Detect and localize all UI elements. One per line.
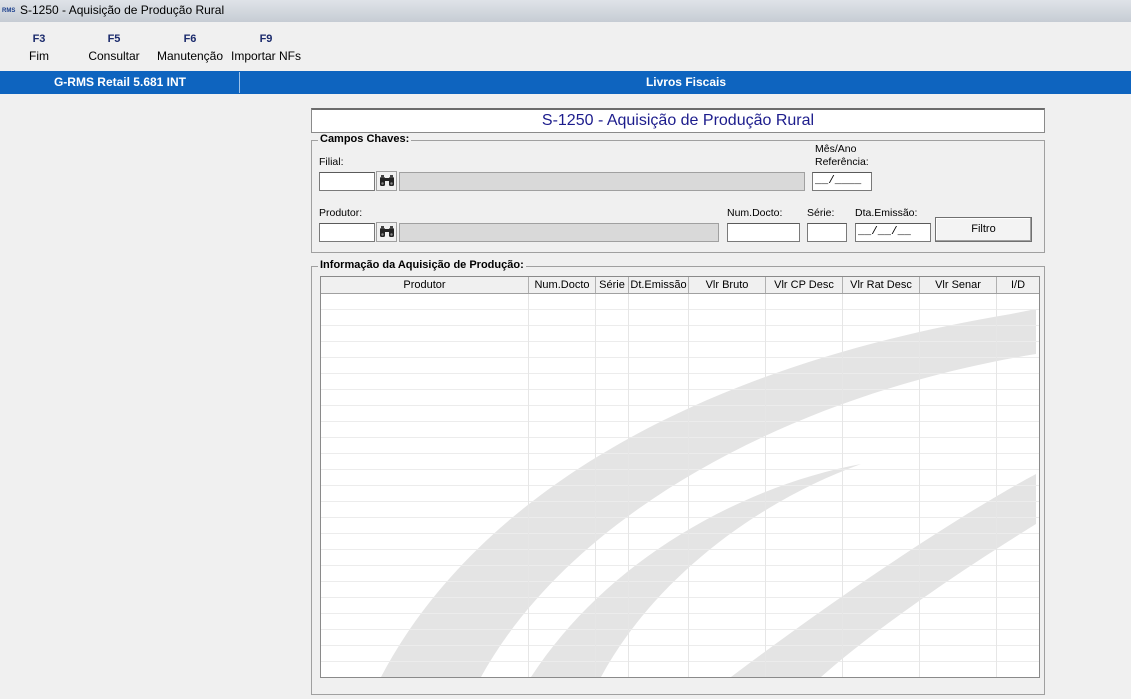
toolbar-consultar-button[interactable]: F5 Consultar [86, 32, 142, 64]
filtro-button[interactable]: Filtro [935, 217, 1032, 242]
referencia-label: Referência: [815, 156, 869, 168]
column-header-vlr-rat-desc[interactable]: Vlr Rat Desc [843, 277, 920, 293]
filial-input[interactable] [319, 172, 375, 191]
column-header-produtor[interactable]: Produtor [321, 277, 529, 293]
column-header-serie[interactable]: Série [596, 277, 629, 293]
binoculars-icon [379, 226, 394, 237]
module-name-label: Livros Fiscais [645, 75, 727, 89]
campos-chaves-legend: Campos Chaves: [318, 133, 412, 145]
produtor-input[interactable] [319, 223, 375, 242]
product-version-label: G-RMS Retail 5.681 INT [1, 72, 240, 93]
toolbar-importar-nfs-button[interactable]: F9 Importar NFs [229, 32, 303, 64]
module-bar: G-RMS Retail 5.681 INT Livros Fiscais [0, 71, 1131, 94]
function-key-label: F9 [259, 33, 273, 45]
toolbar-item-label: Fim [29, 49, 49, 63]
function-key-toolbar: F3 Fim F5 Consultar F6 Manutenção F9 Imp… [0, 22, 1131, 70]
filial-lookup-button[interactable] [376, 171, 397, 191]
informacao-legend: Informação da Aquisição de Produção: [318, 259, 526, 271]
column-header-dt-emissao[interactable]: Dt.Emissão [629, 277, 689, 293]
filial-label: Filial: [319, 156, 344, 168]
produtor-description-field [399, 223, 719, 242]
binoculars-icon [379, 175, 394, 186]
column-header-vlr-cp-desc[interactable]: Vlr CP Desc [766, 277, 843, 293]
num-docto-input[interactable] [727, 223, 800, 242]
column-header-i-d[interactable]: I/D [997, 277, 1039, 293]
function-key-label: F6 [183, 33, 197, 45]
function-key-label: F5 [107, 33, 121, 45]
mes-ano-label: Mês/Ano [815, 143, 857, 155]
toolbar-item-label: Consultar [88, 49, 140, 63]
toolbar-item-label: Manutenção [156, 49, 224, 63]
form-title: S-1250 - Aquisição de Produção Rural [311, 108, 1045, 133]
column-header-vlr-senar[interactable]: Vlr Senar [920, 277, 997, 293]
produtor-label: Produtor: [319, 207, 363, 219]
num-docto-label: Num.Docto: [727, 207, 783, 219]
dta-emissao-input[interactable]: __/__/__ [855, 223, 931, 242]
toolbar-manutencao-button[interactable]: F6 Manutenção [154, 32, 226, 64]
function-key-label: F3 [32, 33, 46, 45]
filial-description-field [399, 172, 805, 191]
column-header-vlr-bruto[interactable]: Vlr Bruto [689, 277, 766, 293]
aquisicao-grid[interactable]: Produtor Num.Docto Série Dt.Emissão Vlr … [320, 276, 1040, 678]
toolbar-item-label: Importar NFs [230, 49, 301, 63]
toolbar-fim-button[interactable]: F3 Fim [22, 32, 56, 64]
grid-body [321, 294, 1039, 677]
grid-background-watermark [321, 294, 1039, 677]
produtor-lookup-button[interactable] [376, 222, 397, 242]
app-logo-icon: RMS [2, 8, 16, 14]
serie-input[interactable] [807, 223, 847, 242]
serie-label: Série: [807, 207, 835, 219]
grid-header: Produtor Num.Docto Série Dt.Emissão Vlr … [321, 277, 1039, 294]
window-title: S-1250 - Aquisição de Produção Rural [20, 3, 225, 17]
window-title-bar: RMS S-1250 - Aquisição de Produção Rural [0, 0, 1131, 23]
mes-ano-input[interactable]: __/____ [812, 172, 872, 191]
column-header-num-docto[interactable]: Num.Docto [529, 277, 596, 293]
dta-emissao-label: Dta.Emissão: [855, 207, 918, 219]
